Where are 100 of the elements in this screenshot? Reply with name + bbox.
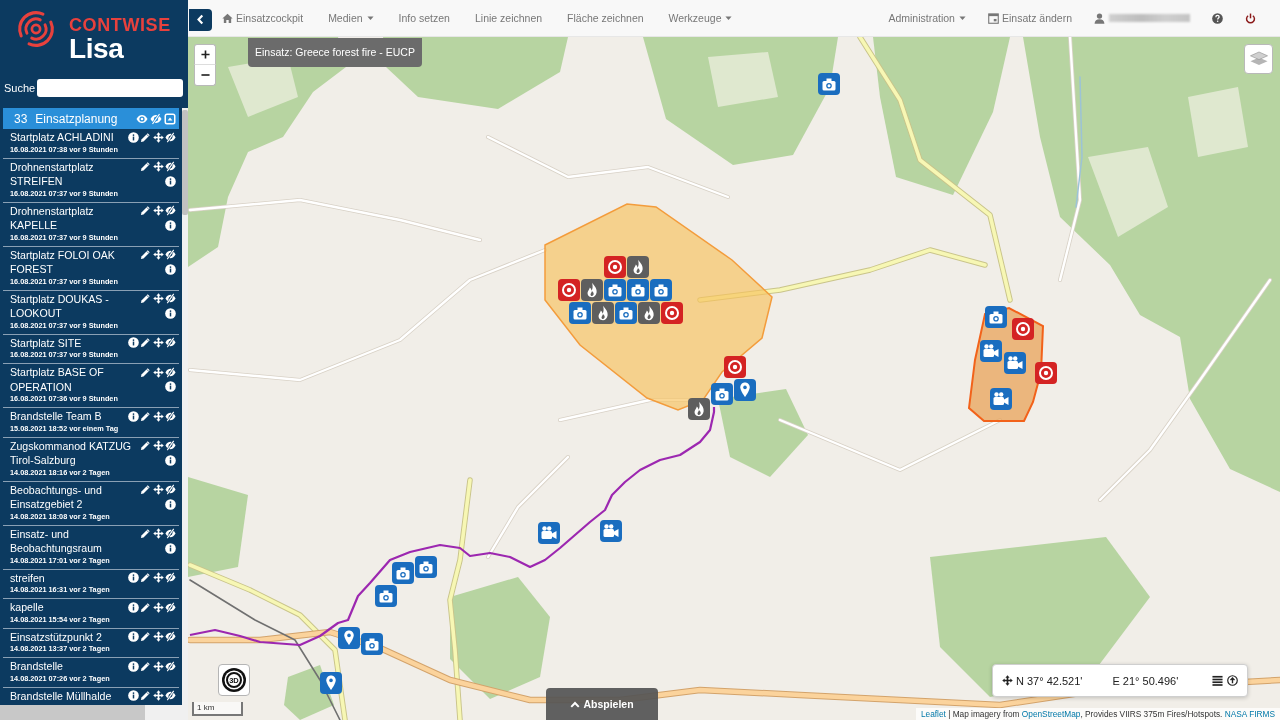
pencil-icon[interactable] xyxy=(140,131,151,143)
move-arrows-icon[interactable] xyxy=(152,440,164,452)
arrow-up-circle-icon[interactable] xyxy=(1227,675,1238,686)
pencil-icon[interactable] xyxy=(140,293,151,305)
item-name[interactable]: Drohnenstartplatz STREIFEN xyxy=(10,159,139,189)
item-name[interactable]: Startplatz SITE xyxy=(10,335,82,350)
info-icon[interactable] xyxy=(165,498,176,510)
info-icon[interactable] xyxy=(165,307,176,319)
eye-slash-icon[interactable] xyxy=(165,249,176,261)
info-icon[interactable] xyxy=(127,410,139,422)
info-icon[interactable] xyxy=(165,263,176,275)
item-name[interactable]: Startplatz DOUKAS - LOOKOUT xyxy=(10,291,139,321)
pencil-icon[interactable] xyxy=(140,249,151,261)
camera-marker-icon[interactable] xyxy=(615,302,637,324)
pencil-icon[interactable] xyxy=(140,205,151,217)
search-field[interactable] xyxy=(37,79,183,97)
eye-slash-icon[interactable] xyxy=(165,484,176,496)
scrollbar-thumb[interactable] xyxy=(0,705,145,720)
video-camera-marker-icon[interactable] xyxy=(990,388,1012,410)
info-icon[interactable] xyxy=(127,601,139,613)
move-arrows-icon[interactable] xyxy=(152,660,164,672)
flame-marker-icon[interactable] xyxy=(688,398,710,420)
nav-link[interactable]: Linie zeichnen xyxy=(462,0,555,36)
eye-slash-icon[interactable] xyxy=(165,337,176,349)
zoom-in-button[interactable] xyxy=(194,44,216,65)
camera-marker-icon[interactable] xyxy=(569,302,591,324)
item-name[interactable]: Startplatz BASE OF OPERATION xyxy=(10,365,139,394)
eye-slash-icon[interactable] xyxy=(165,690,176,702)
camera-marker-icon[interactable] xyxy=(392,562,414,584)
video-camera-marker-icon[interactable] xyxy=(538,522,560,544)
pencil-icon[interactable] xyxy=(140,337,151,349)
move-arrows-icon[interactable] xyxy=(152,161,164,173)
item-name[interactable]: Beobachtungs- und Einsatzgebiet 2 xyxy=(10,482,139,512)
info-icon[interactable] xyxy=(165,454,176,466)
item-name[interactable]: Startplatz ACHLADINI xyxy=(10,130,114,145)
play-button[interactable]: Abspielen xyxy=(546,688,658,720)
flame-marker-icon[interactable] xyxy=(638,302,660,324)
flame-marker-icon[interactable] xyxy=(581,279,603,301)
eye-slash-icon[interactable] xyxy=(165,528,176,540)
info-icon[interactable] xyxy=(165,219,176,231)
eye-slash-icon[interactable] xyxy=(165,161,176,173)
info-icon[interactable] xyxy=(165,381,176,393)
target-marker-icon[interactable] xyxy=(1035,362,1057,384)
move-arrows-icon[interactable] xyxy=(152,249,164,261)
target-marker-icon[interactable] xyxy=(661,302,683,324)
nav-link[interactable]: Einsatzcockpit xyxy=(212,0,316,36)
camera-marker-icon[interactable] xyxy=(604,279,626,301)
eye-slash-icon[interactable] xyxy=(165,631,176,643)
eye-slash-icon[interactable] xyxy=(165,440,176,452)
pencil-icon[interactable] xyxy=(140,690,151,702)
info-icon[interactable] xyxy=(165,542,176,554)
attribution-link[interactable]: Leaflet xyxy=(920,709,946,719)
move-arrows-icon[interactable] xyxy=(152,484,164,496)
camera-marker-icon[interactable] xyxy=(818,73,840,95)
nav-link[interactable]: Einsatz ändern xyxy=(976,0,1083,36)
move-arrows-icon[interactable] xyxy=(152,131,164,143)
flame-marker-icon[interactable] xyxy=(627,256,649,278)
pencil-icon[interactable] xyxy=(140,161,151,173)
info-icon[interactable] xyxy=(127,690,139,702)
item-name[interactable]: Zugskommanod KATZUG Tirol-Salzburg xyxy=(10,438,139,468)
camera-marker-icon[interactable] xyxy=(627,279,649,301)
list-icon[interactable] xyxy=(1212,675,1223,686)
nav-dropdown[interactable]: Werkzeuge xyxy=(656,0,745,36)
caret-up-square-icon[interactable] xyxy=(164,112,176,125)
pencil-icon[interactable] xyxy=(140,410,151,422)
pencil-icon[interactable] xyxy=(140,528,151,540)
item-name[interactable]: Einsatz- und Beobachtungsraum xyxy=(10,526,139,556)
eye-slash-icon[interactable] xyxy=(165,572,176,584)
eye-slash-icon[interactable] xyxy=(165,660,176,672)
info-icon[interactable] xyxy=(127,631,139,643)
nav-link[interactable]: Info setzen xyxy=(386,0,463,36)
scrollbar-thumb[interactable] xyxy=(182,110,188,215)
target-marker-icon[interactable] xyxy=(604,256,626,278)
nav-link[interactable]: Fläche zeichnen xyxy=(554,0,657,36)
info-icon[interactable] xyxy=(127,337,139,349)
pin-marker-icon[interactable] xyxy=(734,379,756,401)
collapse-sidebar-button[interactable] xyxy=(189,8,212,31)
move-arrows-icon[interactable] xyxy=(152,572,164,584)
camera-marker-icon[interactable] xyxy=(650,279,672,301)
camera-marker-icon[interactable] xyxy=(361,633,383,655)
video-camera-marker-icon[interactable] xyxy=(600,520,622,542)
nav-dropdown[interactable]: Medien xyxy=(315,0,387,36)
pencil-icon[interactable] xyxy=(140,601,151,613)
item-name[interactable]: Brandstelle Müllhalde xyxy=(10,688,112,703)
pencil-icon[interactable] xyxy=(140,484,151,496)
pencil-icon[interactable] xyxy=(140,660,151,672)
item-name[interactable]: streifen xyxy=(10,570,45,585)
target-marker-icon[interactable] xyxy=(1012,318,1034,340)
move-arrows-icon[interactable] xyxy=(152,410,164,422)
flame-marker-icon[interactable] xyxy=(592,302,614,324)
zoom-out-button[interactable] xyxy=(194,65,216,86)
camera-marker-icon[interactable] xyxy=(711,383,733,405)
move-arrows-icon[interactable] xyxy=(152,337,164,349)
attribution-link[interactable]: NASA FIRMS xyxy=(1224,709,1275,719)
item-name[interactable]: Brandstelle Team B xyxy=(10,409,102,424)
info-icon[interactable] xyxy=(165,175,176,187)
item-name[interactable]: kapelle xyxy=(10,600,44,615)
move-arrows-icon[interactable] xyxy=(152,601,164,613)
item-name[interactable]: Brandstelle xyxy=(10,659,63,674)
move-arrows-icon[interactable] xyxy=(152,631,164,643)
